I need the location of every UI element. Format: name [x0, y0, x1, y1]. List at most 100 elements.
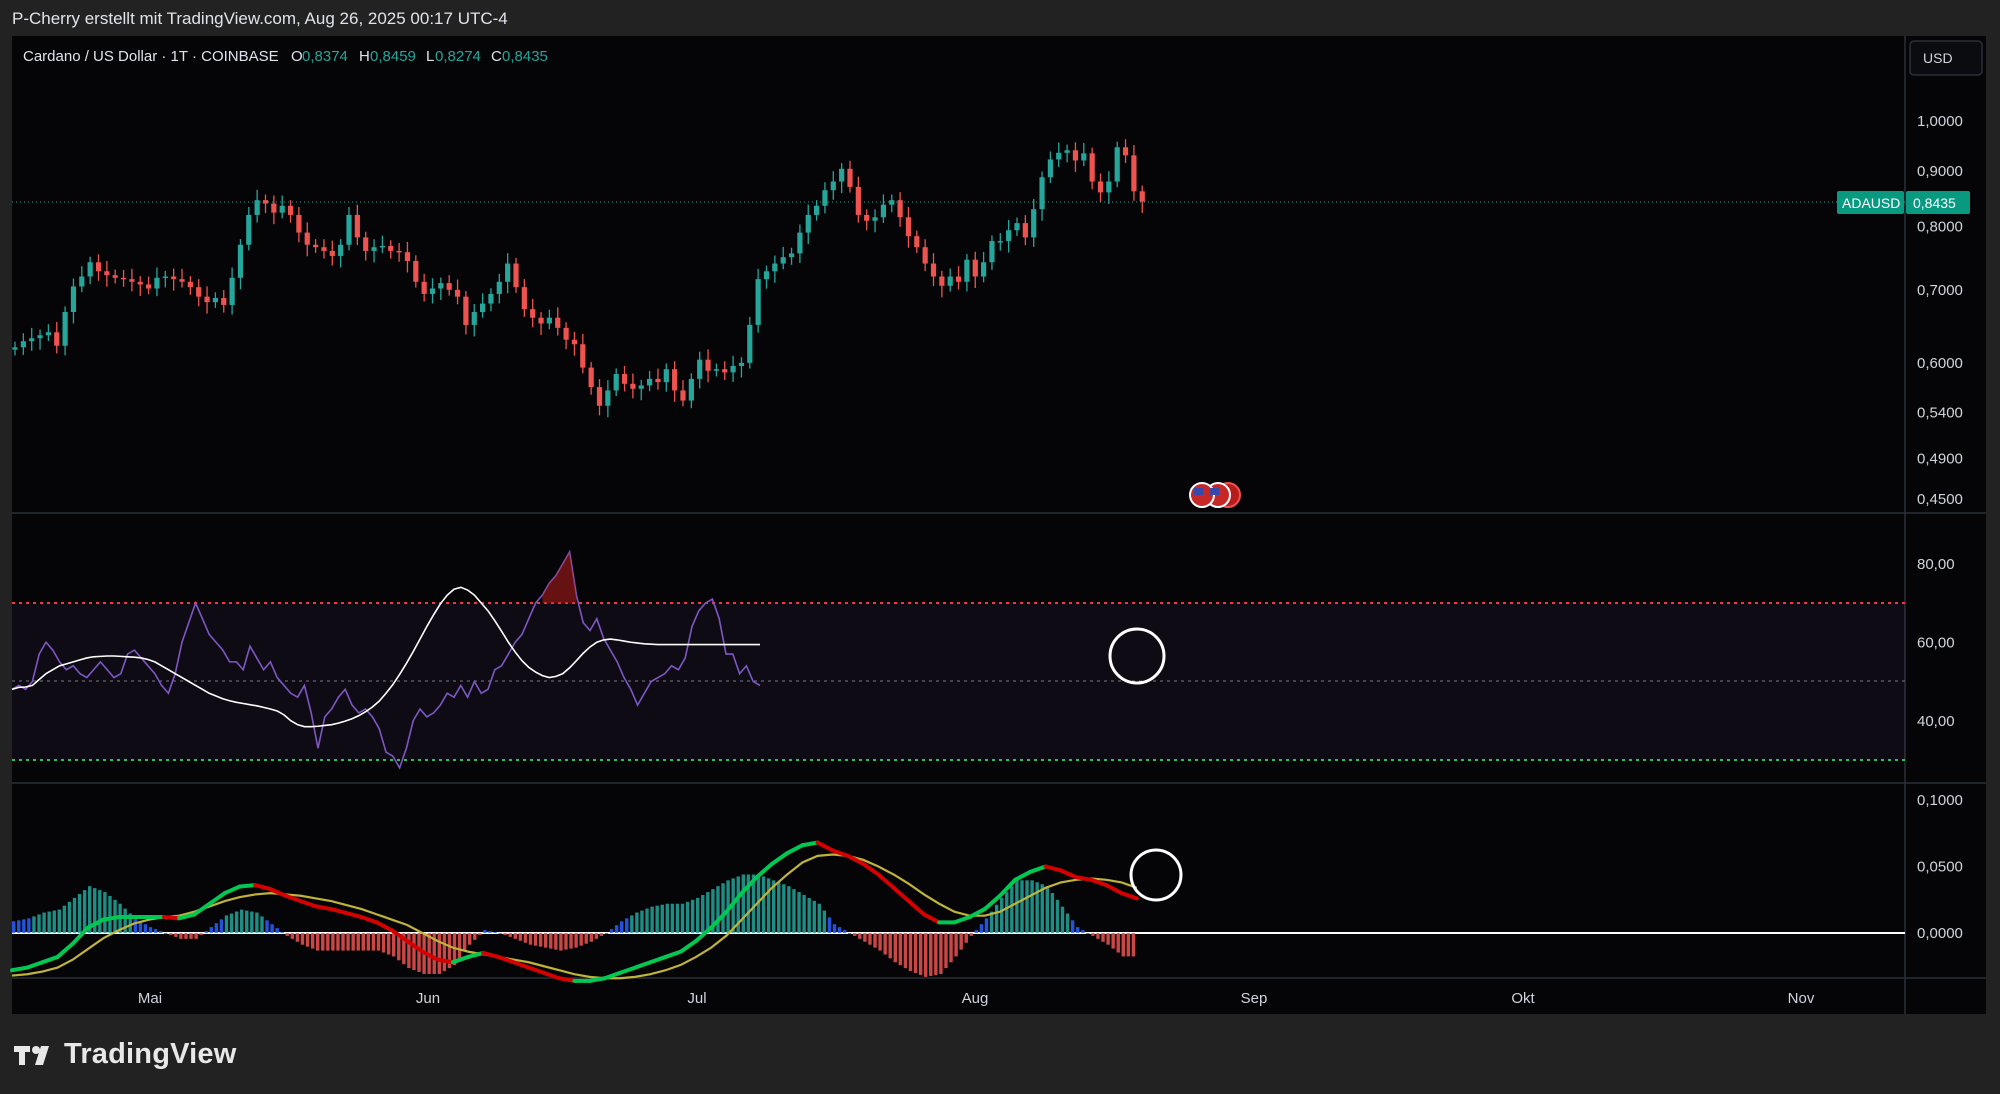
- candle-body: [989, 241, 995, 263]
- macd-line-segment: [192, 901, 212, 917]
- candle-body: [212, 298, 218, 303]
- macd-histogram-bar: [782, 884, 786, 933]
- candle-body: [162, 276, 168, 279]
- candle-body: [955, 276, 962, 282]
- macd-line-segment: [298, 899, 318, 909]
- macd-histogram-bar: [270, 924, 274, 933]
- macd-histogram-bar: [842, 930, 847, 933]
- macd-line-segment: [770, 851, 790, 866]
- macd-line-segment: [876, 872, 896, 890]
- macd-histogram-bar: [1000, 897, 1004, 933]
- macd-histogram-bar: [954, 933, 958, 957]
- macd-histogram-bar: [1070, 920, 1075, 933]
- macd-histogram-bar: [883, 933, 887, 955]
- macd-histogram-bar: [1040, 884, 1044, 933]
- candle-body: [847, 168, 853, 187]
- candle-body: [20, 341, 26, 348]
- candle-body: [655, 378, 661, 383]
- tradingview-logo[interactable]: TradingView: [14, 1038, 237, 1071]
- macd-histogram-bar: [766, 878, 771, 933]
- macd-histogram-bar: [716, 886, 720, 933]
- legend-symbol: Cardano / US Dollar · 1T · COINBASE: [23, 48, 279, 65]
- macd-histogram-bar: [1091, 933, 1095, 936]
- macd-histogram-bar: [483, 930, 487, 933]
- candle-body: [505, 263, 511, 282]
- candle-body: [1139, 191, 1145, 202]
- macd-histogram-bar: [832, 924, 837, 933]
- chart-canvas[interactable]: 1,0000 0,9000 0,8000 0,7000 0,6000 0,5400 0,49…: [0, 0, 2000, 1094]
- candle-body: [463, 296, 469, 325]
- macd-histogram-bar: [924, 933, 928, 977]
- macd-histogram-bar: [974, 930, 979, 933]
- macd-histogram-bar: [32, 916, 36, 933]
- macd-histogram-bar: [356, 933, 360, 951]
- time-axis-tick: Nov: [1788, 990, 1815, 1007]
- candle-body: [922, 247, 928, 264]
- candle-body: [697, 359, 703, 379]
- candle-body: [1056, 152, 1062, 160]
- macd-histogram-bar: [1116, 933, 1120, 953]
- macd-panel: [10, 840, 1139, 983]
- candle-body: [496, 281, 502, 294]
- macd-histogram-bar: [316, 933, 320, 951]
- macd-histogram-bar: [822, 910, 827, 933]
- price-axis-tick: 0,4500: [1917, 491, 1963, 508]
- macd-histogram-bar: [1045, 886, 1049, 933]
- price-tag-value: 0,8435: [1913, 195, 1956, 211]
- candle-body: [555, 317, 561, 328]
- macd-histogram-bar: [290, 933, 295, 939]
- event-flags[interactable]: [1189, 482, 1241, 508]
- rsi-axis-tick: 60,00: [1917, 634, 1955, 651]
- macd-histogram-bar: [969, 933, 973, 936]
- candle-body: [112, 275, 118, 278]
- candle-body: [763, 271, 770, 280]
- candle-body: [1072, 150, 1079, 161]
- legend-h-label: H: [359, 48, 370, 65]
- macd-line-segment: [10, 965, 30, 973]
- candle-body: [454, 289, 461, 297]
- candle-body: [104, 271, 110, 276]
- macd-histogram-bar: [326, 933, 330, 951]
- macd-histogram-bar: [1121, 933, 1125, 957]
- macd-histogram-bar: [660, 904, 664, 933]
- macd-histogram-bar: [934, 933, 938, 975]
- candle-body: [964, 259, 970, 282]
- macd-histogram-bar: [706, 892, 710, 933]
- axes: 1,0000 0,9000 0,8000 0,7000 0,6000 0,5400 0,49…: [138, 113, 1963, 1007]
- candle-body: [87, 262, 93, 277]
- macd-histogram-bar: [518, 933, 523, 941]
- candle-body: [279, 205, 285, 213]
- macd-histogram-bar: [179, 933, 183, 939]
- macd-line-segment: [526, 965, 546, 975]
- candle-body: [62, 311, 68, 346]
- macd-histogram-bar: [265, 920, 269, 933]
- macd-histogram-bar: [473, 933, 477, 940]
- macd-histogram-bar: [898, 933, 903, 966]
- macd-histogram-bar: [620, 921, 624, 933]
- macd-histogram-bar: [493, 932, 497, 934]
- macd-line-segment: [618, 965, 638, 975]
- candle-body: [29, 338, 35, 342]
- macd-histogram-bar: [67, 901, 72, 933]
- legend-ohlc: O 0,8374 H 0,8459 L 0,8274 C 0,8435: [291, 48, 548, 65]
- rsi-axis-tick: 40,00: [1917, 713, 1955, 730]
- candle-body: [855, 186, 861, 215]
- candle-body: [446, 283, 452, 290]
- macd-histogram-bar: [204, 931, 208, 933]
- candle-body: [196, 287, 202, 297]
- macd-histogram-bar: [108, 895, 112, 933]
- macd-histogram-bar: [853, 933, 857, 936]
- candle-body: [329, 250, 335, 256]
- macd-histogram-bar: [214, 923, 219, 933]
- candle-body: [688, 378, 694, 401]
- macd-histogram-bar: [1111, 933, 1115, 949]
- macd-histogram-bar: [468, 933, 472, 945]
- macd-histogram-bar: [376, 933, 381, 951]
- macd-histogram-bar: [457, 933, 462, 959]
- macd-histogram-bar: [62, 905, 67, 933]
- macd-histogram-bar: [310, 933, 315, 949]
- macd-line-segment: [587, 976, 607, 983]
- macd-line-segment: [922, 912, 942, 925]
- macd-histogram-bar: [503, 933, 507, 935]
- macd-histogram-bar: [574, 933, 578, 948]
